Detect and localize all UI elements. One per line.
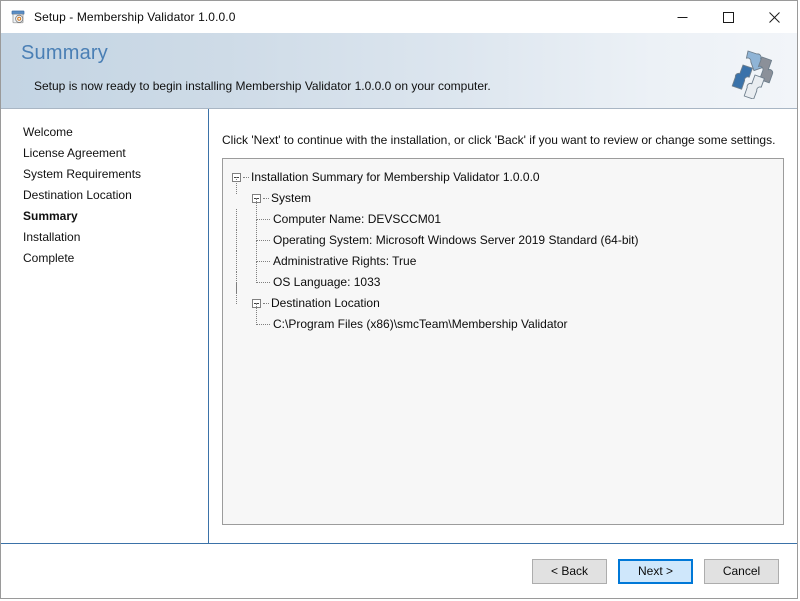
tree-leaf-label: Operating System: Microsoft Windows Serv… (273, 233, 639, 247)
tree-node-root[interactable]: Installation Summary for Membership Vali… (223, 167, 783, 188)
sidebar-item-destination-location[interactable]: Destination Location (1, 185, 208, 206)
sidebar-item-license-agreement[interactable]: License Agreement (1, 143, 208, 164)
tree-connector (256, 198, 270, 220)
back-button[interactable]: < Back (532, 558, 607, 584)
tree-connector (243, 177, 249, 179)
window-title: Setup - Membership Validator 1.0.0.0 (34, 10, 236, 24)
sidebar-item-summary[interactable]: Summary (1, 206, 208, 227)
close-icon[interactable] (751, 1, 797, 33)
tree-node-label: Installation Summary for Membership Vali… (251, 170, 540, 184)
wizard-steps-sidebar: Welcome License Agreement System Require… (1, 109, 209, 543)
tree-connector (236, 177, 238, 194)
window-controls (659, 1, 797, 33)
tree-node-label: Destination Location (271, 296, 380, 310)
tree-leaf-label: Computer Name: DEVSCCM01 (273, 212, 442, 226)
tree-connector (236, 209, 238, 230)
tree-leaf-label: C:\Program Files (x86)\smcTeam\Membershi… (273, 317, 568, 331)
tree-connector (236, 230, 238, 251)
installation-summary-tree[interactable]: Installation Summary for Membership Vali… (222, 158, 784, 525)
tree-connector (236, 251, 238, 272)
tree-leaf-computer-name[interactable]: Computer Name: DEVSCCM01 (223, 198, 783, 230)
tree-leaf-administrative-rights[interactable]: Administrative Rights: True (223, 240, 783, 272)
tree-connector (236, 282, 237, 304)
tree-leaf-install-path[interactable]: C:\Program Files (x86)\smcTeam\Membershi… (223, 303, 783, 335)
tree-node-label: System (271, 191, 312, 205)
next-button[interactable]: Next > (618, 558, 693, 584)
tree-connector (256, 219, 270, 241)
sidebar-item-installation[interactable]: Installation (1, 227, 208, 248)
sidebar-item-complete[interactable]: Complete (1, 248, 208, 269)
tree-leaf-os-language[interactable]: OS Language: 1033 (223, 261, 783, 293)
page-header: Summary Setup is now ready to begin inst… (1, 33, 797, 109)
page-title: Summary (21, 42, 108, 64)
title-bar: Setup - Membership Validator 1.0.0.0 (1, 1, 797, 33)
wizard-button-bar: < Back Next > Cancel (1, 543, 797, 598)
cancel-button[interactable]: Cancel (704, 558, 779, 584)
tree-leaf-label: OS Language: 1033 (273, 275, 381, 289)
tree-leaf-label: Administrative Rights: True (273, 254, 417, 268)
tree-connector (256, 303, 270, 325)
setup-wizard-window: Setup - Membership Validator 1.0.0.0 Sum… (0, 0, 798, 599)
tree-leaf-operating-system[interactable]: Operating System: Microsoft Windows Serv… (223, 219, 783, 251)
wizard-content: Click 'Next' to continue with the instal… (209, 109, 797, 543)
tree-connector (256, 240, 270, 262)
tree-node-system[interactable]: System (223, 177, 783, 209)
instruction-text: Click 'Next' to continue with the instal… (222, 133, 776, 147)
setup-package-icon (10, 9, 26, 25)
tree-connector (256, 261, 270, 283)
sidebar-item-system-requirements[interactable]: System Requirements (1, 164, 208, 185)
tree-node-destination-location[interactable]: Destination Location (223, 282, 783, 314)
maximize-icon[interactable] (705, 1, 751, 33)
minimize-icon[interactable] (659, 1, 705, 33)
wizard-body: Welcome License Agreement System Require… (1, 109, 797, 543)
sidebar-item-welcome[interactable]: Welcome (1, 122, 208, 143)
puzzle-pieces-icon (724, 45, 780, 100)
page-subtitle: Setup is now ready to begin installing M… (34, 79, 491, 93)
